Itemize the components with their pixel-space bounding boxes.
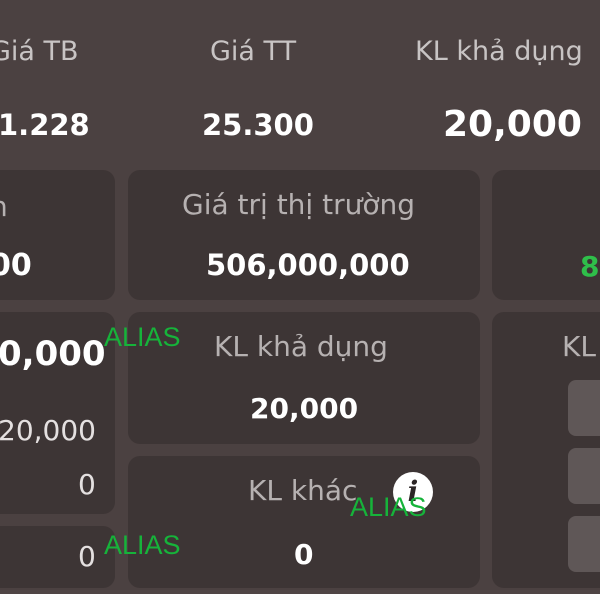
card-left-partial-3: 0: [0, 526, 115, 588]
available-qty-card: KL khả dụng 20,000: [128, 312, 480, 444]
qty-zero-value: 0: [78, 468, 96, 501]
market-value-card: Giá trị thị trường 506,000,000: [128, 170, 480, 300]
avg-price-value: 1.228: [0, 108, 90, 142]
card-left-partial-1: n 00: [0, 170, 115, 300]
market-price-value: 25.300: [202, 108, 314, 142]
action-button-2[interactable]: [568, 448, 600, 504]
avg-price-label: Giá TB: [0, 36, 79, 67]
card-label: n: [0, 190, 8, 223]
other-qty-label: KL khác: [248, 474, 358, 507]
card-right-partial-1: 8: [492, 170, 600, 300]
right-card-label: KL: [562, 330, 596, 363]
position-detail-screen: Giá TB Giá TT KL khả dụng 1.228 25.300 2…: [0, 0, 600, 594]
other-qty-card: KL khác 0: [128, 456, 480, 588]
market-value-value: 506,000,000: [206, 248, 410, 282]
action-button-1[interactable]: [568, 380, 600, 436]
available-qty-card-label: KL khả dụng: [214, 330, 388, 363]
card-value: 00: [0, 248, 32, 283]
total-qty-value: 0,000: [0, 334, 106, 374]
available-qty-value: 20,000: [443, 104, 582, 145]
other-qty-value: 0: [294, 538, 314, 571]
qty-sub-value: 20,000: [0, 414, 96, 447]
available-qty-card-value: 20,000: [250, 392, 359, 425]
profit-loss-value: 8: [580, 250, 600, 283]
alias-label-2: ALIAS: [350, 492, 427, 522]
alias-label-1: ALIAS: [104, 322, 181, 352]
left-bottom-value: 0: [78, 540, 96, 573]
available-qty-label: KL khả dụng: [415, 36, 583, 67]
card-left-partial-2: 0,000 20,000 0: [0, 312, 115, 514]
market-value-label: Giá trị thị trường: [182, 188, 415, 221]
alias-label-3: ALIAS: [104, 530, 181, 560]
action-button-3[interactable]: [568, 516, 600, 572]
market-price-label: Giá TT: [210, 36, 297, 67]
